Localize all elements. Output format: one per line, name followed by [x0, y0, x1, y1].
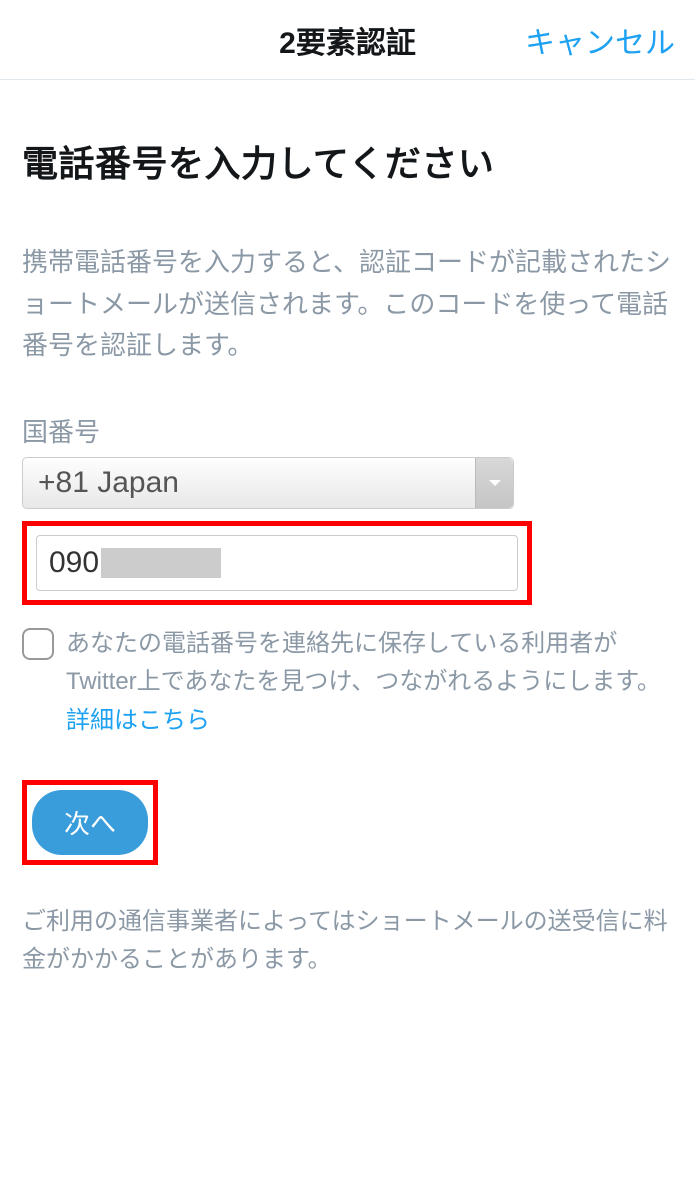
- discoverability-checkbox[interactable]: [22, 628, 54, 660]
- cancel-button[interactable]: キャンセル: [525, 18, 675, 62]
- phone-input[interactable]: 090: [36, 535, 518, 591]
- chevron-down-icon: [475, 458, 513, 508]
- page-title: 電話番号を入力してください: [22, 135, 673, 187]
- footer-note: ご利用の通信事業者によってはショートメールの送受信に料金がかかることがあります。: [22, 903, 673, 980]
- content: 電話番号を入力してください 携帯電話番号を入力すると、認証コードが記載されたショ…: [0, 80, 695, 980]
- description-text: 携帯電話番号を入力すると、認証コードが記載されたショートメールが送信されます。こ…: [22, 242, 673, 367]
- phone-prefix: 090: [49, 546, 99, 580]
- phone-masked: [101, 548, 221, 578]
- phone-input-highlight: 090: [22, 521, 532, 605]
- next-button[interactable]: 次へ: [32, 790, 148, 855]
- discoverability-text: あなたの電話番号を連絡先に保存している利用者がTwitter上であなたを見つけ、…: [66, 630, 661, 695]
- discoverability-row: あなたの電話番号を連絡先に保存している利用者がTwitter上であなたを見つけ、…: [22, 625, 673, 740]
- country-select-value: +81 Japan: [23, 466, 475, 500]
- country-select[interactable]: +81 Japan: [22, 457, 514, 509]
- header: 2要素認証 キャンセル: [0, 0, 695, 80]
- header-title: 2要素認証: [279, 18, 416, 62]
- country-label: 国番号: [22, 412, 673, 449]
- checkbox-text-container: あなたの電話番号を連絡先に保存している利用者がTwitter上であなたを見つけ、…: [66, 625, 673, 740]
- details-link[interactable]: 詳細はこちら: [66, 707, 210, 734]
- next-button-highlight: 次へ: [22, 780, 158, 865]
